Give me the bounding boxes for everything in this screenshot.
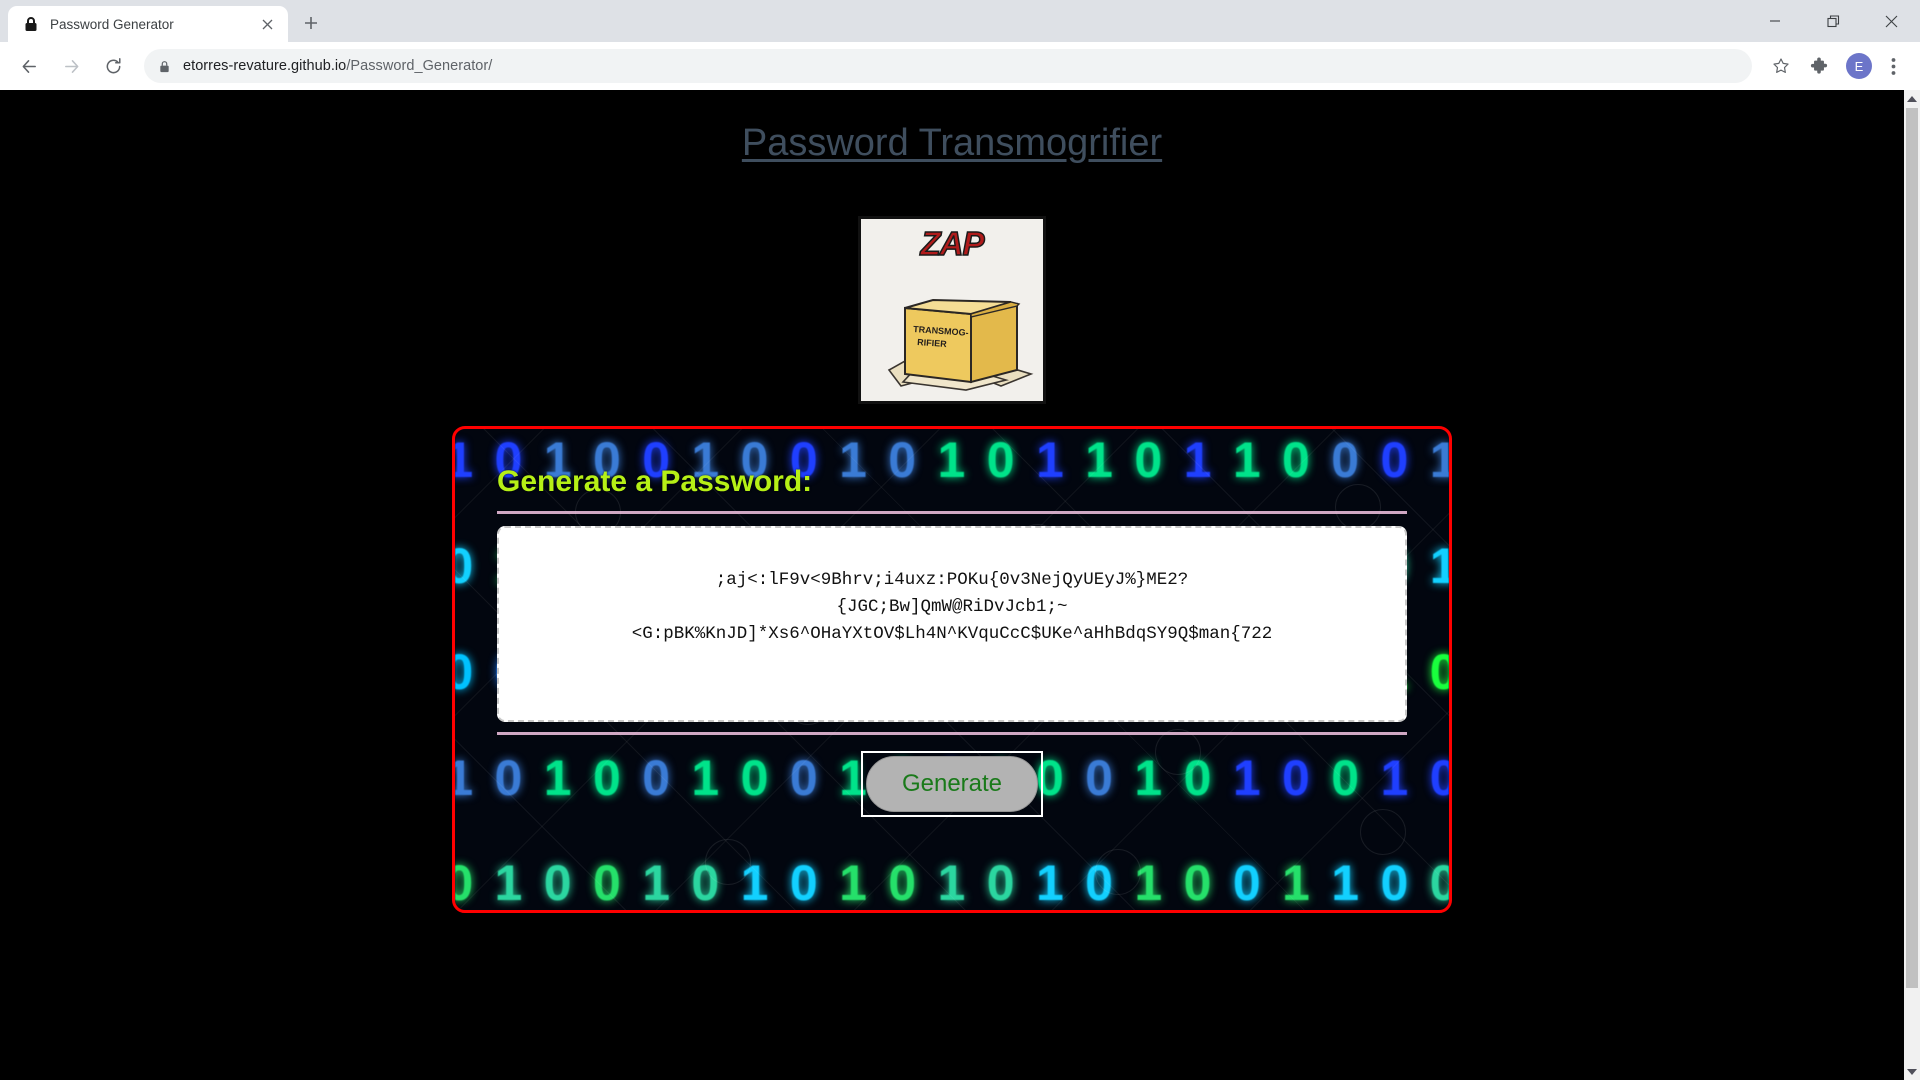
avatar[interactable]: E: [1846, 53, 1872, 79]
url-text: etorres-revature.github.io/Password_Gene…: [183, 58, 492, 74]
new-tab-button[interactable]: [294, 6, 328, 40]
generate-button[interactable]: Generate: [866, 756, 1038, 813]
card-heading: Generate a Password:: [497, 465, 813, 499]
window-controls: [1746, 0, 1920, 42]
lock-icon: [22, 15, 40, 33]
minimize-button[interactable]: [1746, 0, 1804, 42]
star-icon[interactable]: [1764, 49, 1798, 83]
zap-text: ZAP: [920, 225, 986, 264]
password-line-2: {JGC;Bw]QmW@RiDvJcb1;~: [836, 596, 1068, 617]
tab-strip: Password Generator: [0, 6, 328, 42]
binary-row: 010010101010101001100: [455, 855, 1449, 911]
browser-tab[interactable]: Password Generator: [8, 6, 288, 42]
password-line-3: <G:pBK%KnJD]*Xs6^OHaYXtOV$Lh4N^KVquCcC$U…: [631, 624, 1273, 645]
page-title: Password Transmogrifier: [741, 122, 1163, 164]
cardboard-box-drawing: TRANSMOG- RIFIER: [861, 274, 1043, 394]
password-output-textarea[interactable]: ;aj<:lF9v<9Bhrv;i4uxz:POKu{0v3NejQyUEyJ%…: [497, 526, 1407, 723]
url-path: /Password_Generator/: [346, 58, 493, 74]
restore-button[interactable]: [1804, 0, 1862, 42]
browser-titlebar: Password Generator: [0, 0, 1920, 42]
browser-window: Password Generator etorres-revature.gith…: [0, 0, 1920, 1080]
window-close-button[interactable]: [1862, 0, 1920, 42]
tab-title: Password Generator: [50, 16, 174, 32]
transmogrifier-cartoon-image: ZAP TRANSMOG- RIFIER: [858, 216, 1046, 405]
password-line-1: ;aj<:lF9v<9Bhrv;i4uxz:POKu{0v3NejQyUEyJ%…: [715, 569, 1189, 590]
site-lock-icon: [158, 60, 171, 73]
generate-button-focus-ring: Generate: [861, 751, 1043, 818]
page-content: Password Transmogrifier ZAP TRANSMOG- RI…: [0, 90, 1904, 1080]
url-host: etorres-revature.github.io: [183, 58, 347, 74]
scroll-up-arrow[interactable]: [1904, 90, 1920, 107]
scrollbar-thumb[interactable]: [1906, 108, 1918, 988]
button-row: Generate: [455, 751, 1449, 818]
puzzle-piece-icon[interactable]: [1802, 49, 1836, 83]
page-scrollbar[interactable]: [1904, 90, 1920, 1080]
divider-bottom: [497, 732, 1407, 736]
svg-text:RIFIER: RIFIER: [917, 337, 948, 349]
divider-top: [497, 511, 1407, 515]
card-inner: Generate a Password: ;aj<:lF9v<9Bhrv;i4u…: [455, 429, 1449, 736]
address-bar[interactable]: etorres-revature.github.io/Password_Gene…: [144, 49, 1752, 83]
reload-button[interactable]: [94, 47, 132, 85]
password-card: 101001001010110110001 010110101010100010…: [452, 426, 1452, 914]
scroll-down-arrow[interactable]: [1904, 1063, 1920, 1080]
close-icon[interactable]: [256, 13, 278, 35]
forward-button[interactable]: [52, 47, 90, 85]
back-button[interactable]: [10, 47, 48, 85]
browser-toolbar: etorres-revature.github.io/Password_Gene…: [0, 42, 1920, 90]
page-viewport: Password Transmogrifier ZAP TRANSMOG- RI…: [0, 90, 1920, 1080]
three-dot-menu-icon[interactable]: [1876, 49, 1910, 83]
